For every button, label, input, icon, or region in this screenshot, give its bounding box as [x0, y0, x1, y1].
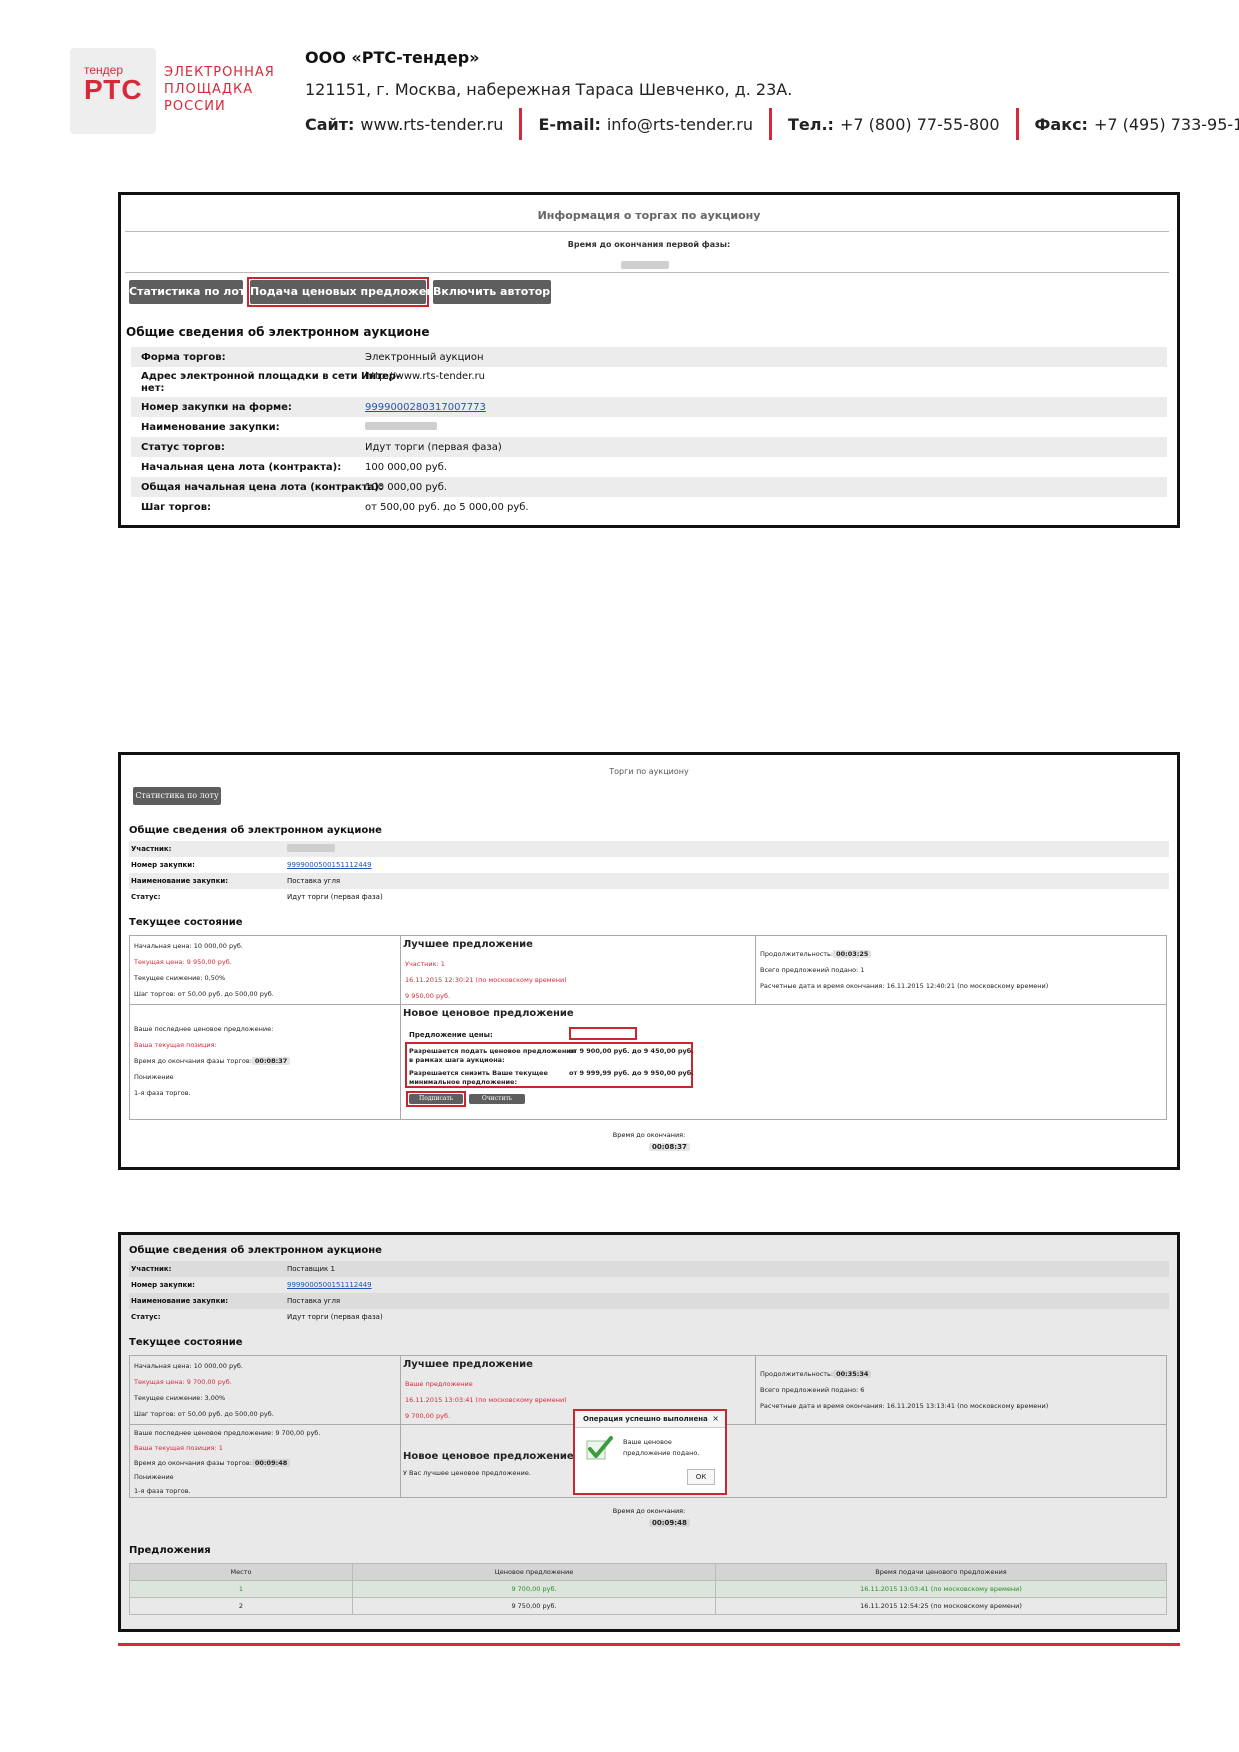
submit-bids-button[interactable]: Подача ценовых предложений: [250, 280, 449, 304]
page-title: Информация о торгах по аукциону: [537, 209, 761, 222]
purchase-number-link[interactable]: 9999000500151112449: [287, 861, 372, 869]
bids-table: Место Ценовое предложение Время подачи ц…: [129, 1563, 1167, 1615]
ok-button[interactable]: ОК: [687, 1469, 715, 1485]
screenshot-auction-info: Информация о торгах по аукциону Время до…: [118, 192, 1180, 528]
sign-button[interactable]: Подписать: [409, 1094, 463, 1104]
footer-divider: [118, 1643, 1180, 1646]
end-label: Время до окончания:: [612, 1131, 686, 1139]
price-info-cell: Начальная цена: 10 000,00 руб. Текущая ц…: [129, 935, 401, 1005]
bids-title: Предложения: [129, 1545, 211, 1556]
section-title: Общие сведения об электронном аукционе: [126, 325, 430, 339]
end-timer: 00:08:37: [649, 1143, 690, 1151]
table-row: 2 9 750,00 руб. 16.11.2015 12:54:25 (по …: [129, 1597, 1167, 1615]
new-offer-cell: Новое ценовое предложение Предложение це…: [400, 1004, 1167, 1120]
table-row: Наименование закупки: Поставка угля: [129, 873, 1169, 889]
phase-timer: 00:09:48: [251, 1459, 291, 1467]
table-row: Участник: Поставщик 1: [129, 1261, 1169, 1277]
table-row: Номер закупки на форме: 99990002803170077…: [131, 397, 1167, 417]
contacts-line: Сайт: www.rts-tender.ru E-mail: info@rts-t…: [305, 108, 1239, 140]
lot-statistics-button[interactable]: Статистика по лоту: [133, 787, 221, 805]
time-blurred: [621, 254, 669, 273]
phase-timer: 00:08:37: [251, 1057, 291, 1065]
table-row: Наименование закупки: Поставка угля: [129, 1293, 1169, 1309]
screenshot-bidding: Торги по аукциону Статистика по лоту Общ…: [118, 752, 1180, 1170]
table-row: Статус: Идут торги (первая фаза): [131, 893, 383, 901]
page-title: Торги по аукциону: [609, 767, 689, 776]
close-icon[interactable]: ×: [712, 1411, 719, 1427]
table-row: Шаг торгов: от 500,00 руб. до 5 000,00 ру…: [141, 502, 529, 513]
table-row: Статус: Идут торги (первая фаза): [131, 1313, 383, 1321]
end-label: Время до окончания:: [612, 1507, 686, 1515]
dialog-message: Ваше ценовое предложение подано.: [623, 1438, 700, 1457]
table-row: Статус торгов: Идут торги (первая фаза): [131, 437, 1167, 457]
current-state-title: Текущее состояние: [129, 917, 243, 928]
logo-mark: РТС: [84, 74, 143, 105]
table-row: Номер закупки: 9999000500151112449: [131, 1281, 372, 1289]
logo-caption: ЭЛЕКТРОННАЯ ПЛОЩАДКА РОССИИ: [164, 65, 275, 114]
checkmark-icon: [586, 1436, 613, 1460]
new-offer-cell: Новое ценовое предложение У Вас лучшее ц…: [400, 1424, 1167, 1498]
price-input[interactable]: [569, 1027, 637, 1040]
purchase-number-link[interactable]: 9999000280317007773: [365, 402, 486, 413]
table-row: Наименование закупки:: [131, 417, 1167, 437]
best-offer-cell: Лучшее предложение Участник: 1 16.11.201…: [400, 935, 756, 1005]
end-timer: 00:09:48: [649, 1519, 690, 1527]
email-link[interactable]: info@rts-tender.ru: [607, 115, 753, 134]
screenshot-bid-submitted: Общие сведения об электронном аукционе У…: [118, 1232, 1180, 1632]
time-label: Время до окончания первой фазы:: [567, 240, 731, 249]
section-title: Общие сведения об электронном аукционе: [129, 825, 382, 836]
success-dialog: Операция успешно выполнена × Ваше ценово…: [573, 1409, 727, 1495]
table-row: Участник:: [129, 841, 1169, 857]
company-address: 121151, г. Москва, набережная Тараса Шев…: [305, 80, 793, 99]
duration-cell: Продолжительность: 00:03:25 Всего предло…: [755, 935, 1167, 1005]
table-row: Адрес электронной площадки в сети Интер-…: [141, 371, 486, 394]
my-position-cell: Ваше последнее ценовое предложение: Ваша…: [129, 1004, 401, 1120]
company-name: ООО «РТС-тендер»: [305, 48, 480, 67]
table-row: Форма торгов: Электронный аукцион: [131, 347, 1167, 367]
lot-statistics-button[interactable]: Статистика по лоту: [129, 280, 252, 304]
table-row: 1 9 700,00 руб. 16.11.2015 13:03:41 (по …: [129, 1580, 1167, 1598]
duration-cell: Продолжительность: 00:35:34 Всего предло…: [755, 1355, 1167, 1425]
phone: +7 (800) 77-55-800: [839, 114, 1000, 134]
autobid-button[interactable]: Включить автоторг: [433, 280, 556, 304]
current-state-title: Текущее состояние: [129, 1337, 243, 1348]
section-title: Общие сведения об электронном аукционе: [129, 1245, 382, 1256]
my-position-cell: Ваше последнее ценовое предложение: 9 70…: [129, 1424, 401, 1498]
clear-button[interactable]: Очистить: [469, 1094, 525, 1104]
table-row: Номер закупки: 9999000500151112449: [131, 861, 372, 869]
dialog-title: Операция успешно выполнена: [575, 1411, 725, 1428]
fax: +7 (495) 733-95-19: [1093, 114, 1239, 134]
purchase-number-link[interactable]: 9999000500151112449: [287, 1281, 372, 1289]
table-row: Начальная цена лота (контракта): 100 000,…: [141, 462, 448, 473]
site-link[interactable]: www.rts-tender.ru: [360, 115, 503, 134]
price-info-cell: Начальная цена: 10 000,00 руб. Текущая ц…: [129, 1355, 401, 1425]
table-row: Общая начальная цена лота (контракта): 10…: [131, 477, 1167, 497]
